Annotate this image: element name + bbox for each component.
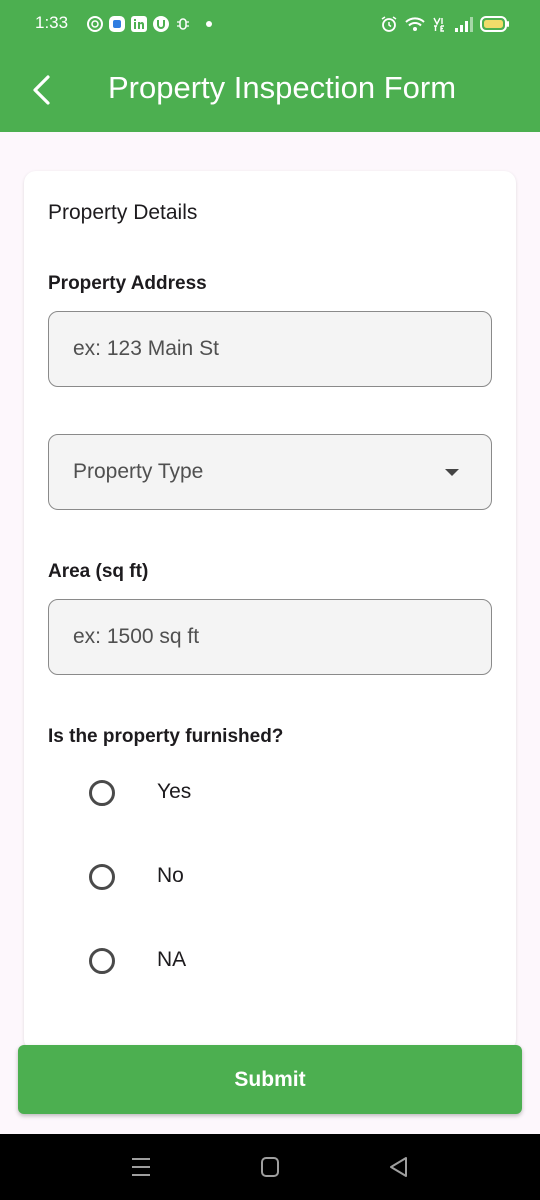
address-input[interactable] (48, 311, 492, 387)
area-label: Area (sq ft) (48, 561, 149, 582)
page-title: Property Inspection Form (108, 70, 457, 105)
wifi-icon (405, 17, 425, 31)
property-type-placeholder: Property Type (73, 460, 204, 483)
status-bar: 1:33 (0, 0, 540, 48)
status-time: 1:33 (35, 13, 69, 32)
radio-button[interactable] (89, 948, 115, 974)
app-bar: Property Inspection Form (0, 48, 540, 132)
radio-button[interactable] (89, 864, 115, 890)
app-icon (109, 16, 125, 32)
area-input[interactable] (48, 599, 492, 675)
volte-icon (433, 17, 444, 32)
battery-icon (480, 16, 509, 32)
chevron-left-icon (33, 75, 50, 105)
radio-label: No (157, 864, 184, 887)
dropdown-arrow-icon (445, 469, 459, 476)
signal-icon (455, 17, 473, 32)
radio-label: NA (157, 948, 187, 971)
back-button[interactable] (22, 68, 62, 112)
radio-option-yes[interactable]: Yes (86, 769, 386, 817)
navigation-bar (0, 1134, 540, 1200)
recent-apps-icon[interactable] (126, 1154, 156, 1180)
radio-label: Yes (157, 780, 192, 803)
notification-icons (86, 13, 212, 35)
u-icon (153, 16, 169, 32)
section-title: Property Details (48, 201, 198, 224)
property-type-dropdown[interactable]: Property Type (48, 434, 492, 510)
radio-button[interactable] (89, 780, 115, 806)
status-icons (380, 13, 510, 35)
back-nav-icon[interactable] (384, 1154, 414, 1180)
furnished-question: Is the property furnished? (48, 726, 284, 747)
header: 1:33 Property Inspection Form (0, 0, 540, 132)
submit-button[interactable]: Submit (18, 1045, 522, 1114)
radio-option-no[interactable]: No (86, 853, 386, 901)
home-icon[interactable] (255, 1154, 285, 1180)
openai-icon (87, 16, 103, 32)
bug-icon (177, 18, 189, 30)
radio-option-na[interactable]: NA (86, 937, 386, 985)
address-label: Property Address (48, 273, 207, 294)
linkedin-icon (131, 16, 147, 32)
more-notifications-dot (206, 21, 212, 27)
property-details-card: Property Details Property Address Proper… (24, 171, 516, 1051)
alarm-icon (381, 16, 397, 32)
